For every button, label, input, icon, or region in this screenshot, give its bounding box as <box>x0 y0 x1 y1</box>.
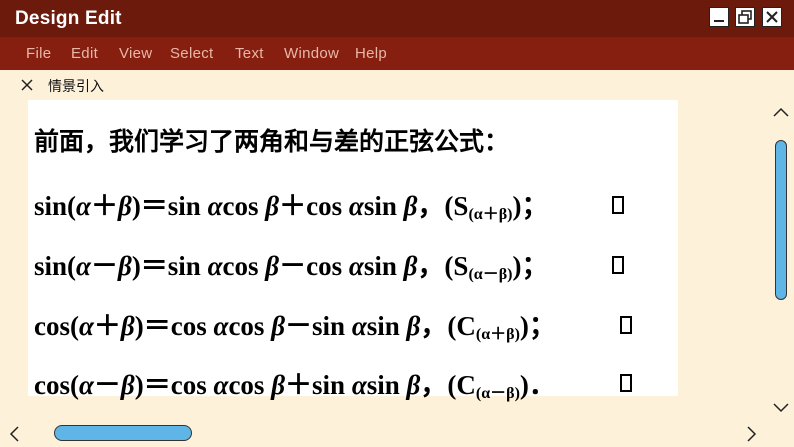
formula-box-4 <box>620 374 632 392</box>
document-canvas[interactable]: 前面，我们学习了两角和与差的正弦公式： sin(α＋β)＝sin αcos β＋… <box>28 100 678 402</box>
menu-text[interactable]: Text <box>235 45 264 62</box>
menu-window[interactable]: Window <box>284 45 339 62</box>
formula-sin-diff: sin(α－β)＝sin αcos β－cos αsin β，(S(α－β))； <box>34 251 549 283</box>
formula-sin-sum: sin(α＋β)＝sin αcos β＋cos αsin β，(S(α＋β))； <box>34 191 549 223</box>
formula-cos-diff: cos(α－β)＝cos αcos β＋sin αsin β，(C(α－β))． <box>34 370 556 402</box>
maximize-icon <box>738 10 752 24</box>
scroll-up-icon[interactable] <box>772 106 790 118</box>
scroll-down-icon[interactable] <box>772 402 790 414</box>
tab-title[interactable]: 情景引入 <box>48 76 104 96</box>
scroll-right-icon[interactable] <box>746 425 758 443</box>
formula-box-1 <box>612 196 624 214</box>
content-heading: 前面，我们学习了两角和与差的正弦公式： <box>34 127 510 156</box>
vertical-scroll-thumb[interactable] <box>775 140 787 300</box>
close-button[interactable] <box>762 7 782 27</box>
horizontal-scroll-thumb[interactable] <box>54 425 192 441</box>
minimize-icon <box>714 20 724 22</box>
formula-box-3 <box>620 316 632 334</box>
close-icon <box>766 11 778 23</box>
menu-edit[interactable]: Edit <box>71 45 98 62</box>
title-bar: Design Edit <box>0 0 794 37</box>
menu-help[interactable]: Help <box>355 45 387 62</box>
tab-close-icon[interactable] <box>20 78 34 92</box>
menu-view[interactable]: View <box>119 45 152 62</box>
scroll-left-icon[interactable] <box>8 425 20 443</box>
menu-bar: File Edit View Select Text Window Help <box>0 37 794 70</box>
maximize-button[interactable] <box>735 7 755 27</box>
menu-file[interactable]: File <box>26 45 51 62</box>
tab-bar: 情景引入 <box>0 70 794 100</box>
menu-select[interactable]: Select <box>170 45 214 62</box>
formula-box-2 <box>612 256 624 274</box>
formula-cos-sum: cos(α＋β)＝cos αcos β－sin αsin β，(C(α＋β))； <box>34 311 556 343</box>
window-title: Design Edit <box>15 8 122 29</box>
minimize-button[interactable] <box>709 7 729 27</box>
